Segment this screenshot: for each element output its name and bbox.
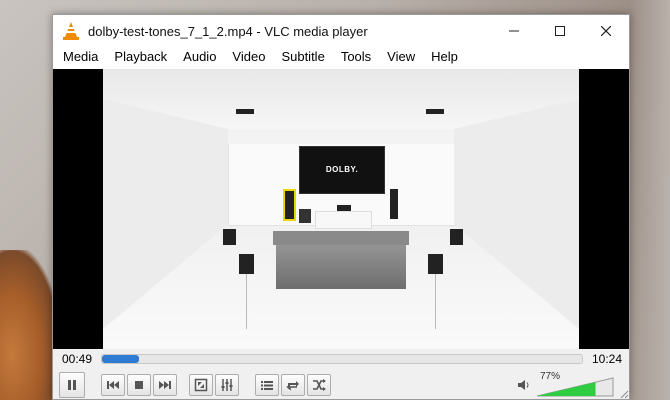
total-time: 10:24 bbox=[591, 352, 623, 366]
previous-button[interactable] bbox=[101, 374, 125, 396]
seek-bar[interactable] bbox=[101, 354, 583, 364]
speaker-stand-right bbox=[435, 274, 436, 329]
menu-media[interactable]: Media bbox=[55, 47, 106, 67]
front-right-speaker bbox=[390, 189, 398, 219]
menu-tools[interactable]: Tools bbox=[333, 47, 379, 67]
video-frame: DOLBY. bbox=[103, 69, 579, 349]
control-bar: 77% bbox=[53, 369, 629, 399]
playlist-button[interactable] bbox=[255, 374, 279, 396]
minimize-icon bbox=[509, 30, 519, 32]
couch bbox=[273, 231, 409, 289]
equalizer-icon bbox=[221, 379, 233, 391]
maximize-icon bbox=[555, 26, 565, 36]
window-title: dolby-test-tones_7_1_2.mp4 - VLC media p… bbox=[88, 23, 368, 39]
close-button[interactable] bbox=[583, 15, 629, 47]
dolby-logo: DOLBY. bbox=[325, 165, 359, 174]
menu-help[interactable]: Help bbox=[423, 47, 466, 67]
shuffle-icon bbox=[313, 379, 326, 391]
close-icon bbox=[601, 26, 611, 36]
side-left-speaker bbox=[223, 229, 236, 245]
speaker-icon[interactable] bbox=[517, 378, 531, 392]
seek-row: 00:49 10:24 bbox=[53, 349, 629, 369]
speaker-stand-left bbox=[246, 274, 247, 329]
fullscreen-button[interactable] bbox=[189, 374, 213, 396]
vlc-window: dolby-test-tones_7_1_2.mp4 - VLC media p… bbox=[52, 14, 630, 400]
menu-bar: Media Playback Audio Video Subtitle Tool… bbox=[53, 47, 629, 67]
background-fur bbox=[0, 250, 60, 400]
seek-progress bbox=[102, 355, 140, 363]
maximize-button[interactable] bbox=[537, 15, 583, 47]
resize-grip-icon[interactable] bbox=[619, 389, 629, 399]
subwoofer bbox=[299, 209, 311, 223]
rear-right-speaker bbox=[428, 254, 443, 274]
minimize-button[interactable] bbox=[491, 15, 537, 47]
volume-slider[interactable] bbox=[535, 377, 615, 397]
loop-button[interactable] bbox=[281, 374, 305, 396]
playlist-icon bbox=[261, 381, 273, 390]
skip-previous-icon bbox=[107, 381, 119, 389]
pause-button[interactable] bbox=[59, 372, 85, 398]
front-left-speaker bbox=[283, 189, 296, 221]
skip-next-icon bbox=[159, 381, 171, 389]
title-bar[interactable]: dolby-test-tones_7_1_2.mp4 - VLC media p… bbox=[53, 15, 629, 47]
ceiling-speaker-right bbox=[426, 109, 444, 114]
menu-subtitle[interactable]: Subtitle bbox=[273, 47, 332, 67]
stop-button[interactable] bbox=[127, 374, 151, 396]
extended-settings-button[interactable] bbox=[215, 374, 239, 396]
background-wallpaper bbox=[630, 0, 670, 400]
ceiling-speaker-left bbox=[236, 109, 254, 114]
loop-icon bbox=[286, 381, 299, 391]
vlc-cone-icon[interactable] bbox=[60, 20, 82, 42]
tv-screen: DOLBY. bbox=[299, 146, 385, 194]
menu-audio[interactable]: Audio bbox=[175, 47, 224, 67]
menu-playback[interactable]: Playback bbox=[106, 47, 175, 67]
fullscreen-icon bbox=[194, 378, 208, 392]
side-right-speaker bbox=[450, 229, 463, 245]
stop-icon bbox=[135, 381, 143, 389]
pause-icon bbox=[68, 380, 76, 390]
elapsed-time: 00:49 bbox=[61, 352, 93, 366]
menu-video[interactable]: Video bbox=[224, 47, 273, 67]
shuffle-button[interactable] bbox=[307, 374, 331, 396]
menu-view[interactable]: View bbox=[379, 47, 423, 67]
media-console bbox=[315, 211, 372, 229]
next-button[interactable] bbox=[153, 374, 177, 396]
video-area[interactable]: DOLBY. bbox=[53, 69, 629, 349]
rear-left-speaker bbox=[239, 254, 254, 274]
